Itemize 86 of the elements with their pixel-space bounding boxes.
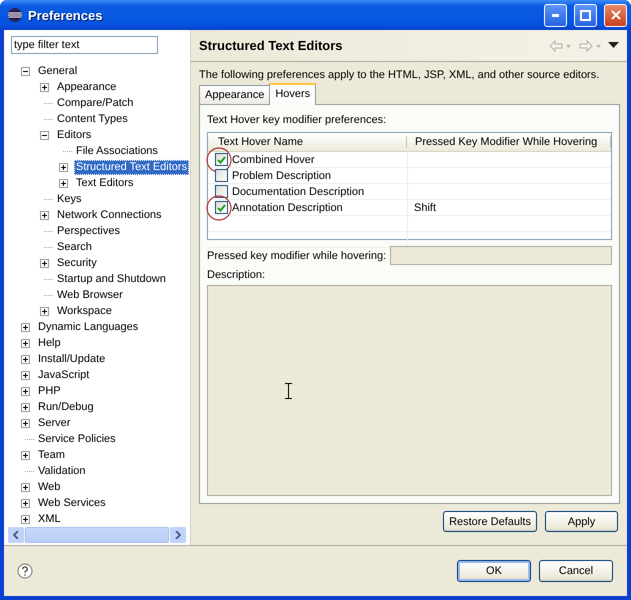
tree-item[interactable]: Compare/Patch bbox=[55, 96, 136, 110]
expand-icon[interactable] bbox=[40, 82, 49, 92]
expand-icon[interactable] bbox=[21, 402, 30, 412]
tree-item[interactable]: Structured Text Editors bbox=[74, 160, 190, 174]
tree-item[interactable]: Help bbox=[36, 336, 63, 350]
tree-item[interactable]: Text Editors bbox=[74, 176, 136, 190]
expand-icon[interactable] bbox=[21, 450, 30, 460]
field-label: Description: bbox=[207, 269, 266, 281]
checkbox[interactable] bbox=[214, 201, 228, 214]
text-cursor-icon bbox=[285, 382, 292, 398]
collapse-icon[interactable] bbox=[40, 130, 49, 140]
tree-item[interactable]: Search bbox=[55, 240, 94, 254]
tree-item[interactable]: XML bbox=[36, 512, 63, 526]
expand-icon[interactable] bbox=[40, 210, 49, 220]
window-title: Preferences bbox=[28, 8, 104, 22]
tree-item[interactable]: Keys bbox=[55, 192, 84, 206]
table-cell: Problem Description bbox=[232, 170, 332, 182]
tree-item[interactable]: Web Browser bbox=[55, 288, 125, 302]
expand-icon[interactable] bbox=[21, 370, 30, 380]
tree-item[interactable]: Service Policies bbox=[36, 432, 118, 446]
tree-item[interactable]: Workspace bbox=[55, 304, 114, 318]
tree-item[interactable]: Appearance bbox=[55, 80, 118, 94]
expand-icon[interactable] bbox=[21, 514, 30, 524]
expand-icon[interactable] bbox=[21, 386, 30, 396]
checkbox[interactable] bbox=[214, 169, 228, 182]
tree-item[interactable]: Startup and Shutdown bbox=[55, 272, 168, 286]
expand-icon[interactable] bbox=[21, 482, 30, 492]
table-cell: Combined Hover bbox=[232, 154, 315, 166]
tree-item[interactable]: Run/Debug bbox=[36, 400, 96, 414]
menu-icon[interactable] bbox=[608, 42, 619, 49]
dialog-button[interactable]: OK bbox=[457, 560, 531, 582]
table-cell: Documentation Description bbox=[232, 186, 364, 198]
expand-icon[interactable] bbox=[59, 178, 68, 188]
modifier-field[interactable] bbox=[390, 246, 612, 265]
minimize-button[interactable] bbox=[544, 4, 567, 26]
page-button[interactable]: Restore Defaults bbox=[443, 511, 537, 532]
tree-item[interactable]: Security bbox=[55, 256, 99, 270]
expand-icon[interactable] bbox=[40, 306, 49, 316]
maximize-icon bbox=[580, 10, 591, 20]
page-button[interactable]: Apply bbox=[545, 511, 618, 532]
tree-item[interactable]: Editors bbox=[55, 128, 94, 142]
tree-item[interactable]: JavaScript bbox=[36, 368, 92, 382]
table-cell: Shift bbox=[414, 202, 436, 214]
checkbox[interactable] bbox=[214, 153, 228, 166]
maximize-button[interactable] bbox=[574, 4, 597, 26]
tab[interactable]: Hovers bbox=[269, 83, 316, 105]
expand-icon[interactable] bbox=[40, 258, 49, 268]
help-icon[interactable] bbox=[17, 563, 33, 579]
dialog-button[interactable]: Cancel bbox=[539, 560, 613, 582]
minimize-icon bbox=[552, 14, 560, 16]
expand-icon[interactable] bbox=[21, 322, 30, 332]
expand-icon[interactable] bbox=[21, 498, 30, 508]
horizontal-scrollbar[interactable] bbox=[8, 527, 186, 543]
collapse-icon[interactable] bbox=[21, 66, 30, 76]
tree-item[interactable]: Web Services bbox=[36, 496, 108, 510]
tree-item[interactable]: PHP bbox=[36, 384, 63, 398]
tree-item[interactable]: Team bbox=[36, 448, 67, 462]
expand-icon[interactable] bbox=[21, 354, 30, 364]
tree-item[interactable]: Dynamic Languages bbox=[36, 320, 140, 334]
field-label: Pressed key modifier while hovering: bbox=[207, 250, 386, 262]
tree-item[interactable]: Install/Update bbox=[36, 352, 108, 366]
tab[interactable]: Appearance bbox=[199, 85, 270, 104]
tree-item[interactable]: Content Types bbox=[55, 112, 130, 126]
checkmark-icon bbox=[216, 204, 226, 212]
column-header[interactable]: Pressed Key Modifier While Hovering bbox=[407, 136, 611, 148]
tree-item[interactable]: Perspectives bbox=[55, 224, 122, 238]
expand-icon[interactable] bbox=[59, 162, 68, 172]
expand-icon[interactable] bbox=[21, 338, 30, 348]
tree-item[interactable]: General bbox=[36, 64, 80, 78]
filter-field[interactable]: type filter text bbox=[11, 36, 158, 54]
tree-item[interactable]: File Associations bbox=[74, 144, 160, 158]
close-icon bbox=[610, 10, 620, 20]
expand-icon[interactable] bbox=[21, 418, 30, 428]
tree-item[interactable]: Web bbox=[36, 480, 62, 494]
tree-item[interactable]: Server bbox=[36, 416, 72, 430]
intro-text: The following preferences apply to the HTML, JSP, XML, and other source editors. bbox=[199, 69, 600, 81]
page-title: Structured Text Editors bbox=[199, 38, 344, 53]
checkbox[interactable] bbox=[214, 185, 228, 198]
section-label: Text Hover key modifier preferences: bbox=[207, 114, 388, 126]
tree-item[interactable]: Network Connections bbox=[55, 208, 164, 222]
column-header[interactable]: Text Hover Name bbox=[208, 136, 407, 148]
tree-item[interactable]: Validation bbox=[36, 464, 88, 478]
checkmark-icon bbox=[216, 156, 226, 164]
app-icon bbox=[7, 7, 23, 23]
table-cell: Annotation Description bbox=[232, 202, 343, 214]
close-button[interactable] bbox=[604, 4, 627, 26]
